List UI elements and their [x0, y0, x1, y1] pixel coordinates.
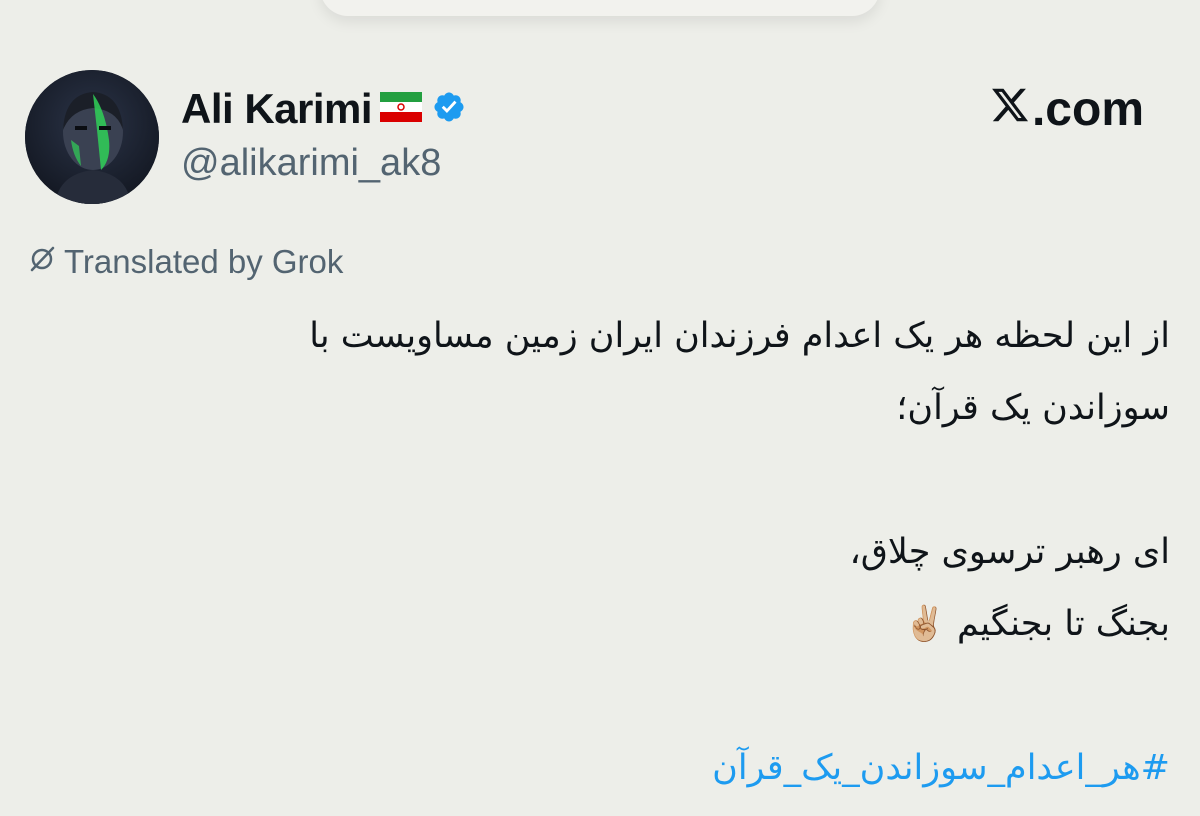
iran-flag-icon	[380, 92, 423, 126]
tweet-line-1: از این لحظه هر یک اعدام فرزندان ایران زم…	[309, 316, 1170, 356]
tweet-line-3: ای رهبر ترسوی چلاق،	[849, 532, 1170, 572]
tweet-line-2: سوزاندن یک قرآن؛	[896, 388, 1170, 428]
tweet-line-4-row: بجنگ تا بجنگیم ✌🏼	[20, 588, 1170, 660]
avatar[interactable]	[25, 70, 159, 204]
author-handle[interactable]: @alikarimi_ak8	[181, 142, 441, 185]
author-name-row[interactable]: Ali Karimi	[181, 84, 466, 134]
x-com-brand: .com	[990, 82, 1144, 137]
tweet-text: از این لحظه هر یک اعدام فرزندان ایران زم…	[20, 300, 1170, 804]
translation-label: Translated by Grok	[64, 243, 344, 280]
hashtag-link[interactable]: #هر_اعدام_سوزاندن_یک_قرآن	[712, 748, 1170, 788]
brand-suffix: .com	[1031, 83, 1144, 136]
verified-badge-icon	[432, 90, 466, 128]
tweet-line-4: بجنگ تا بجنگیم	[957, 604, 1170, 644]
avatar-portrait-icon	[25, 70, 159, 204]
author-display-name[interactable]: Ali Karimi	[181, 85, 373, 133]
top-search-pill	[320, 0, 880, 16]
x-logo-icon	[990, 82, 1030, 137]
translation-notice[interactable]: Translated by Grok	[28, 243, 343, 281]
grok-icon	[28, 243, 56, 281]
victory-hand-icon: ✌🏼	[903, 604, 946, 644]
